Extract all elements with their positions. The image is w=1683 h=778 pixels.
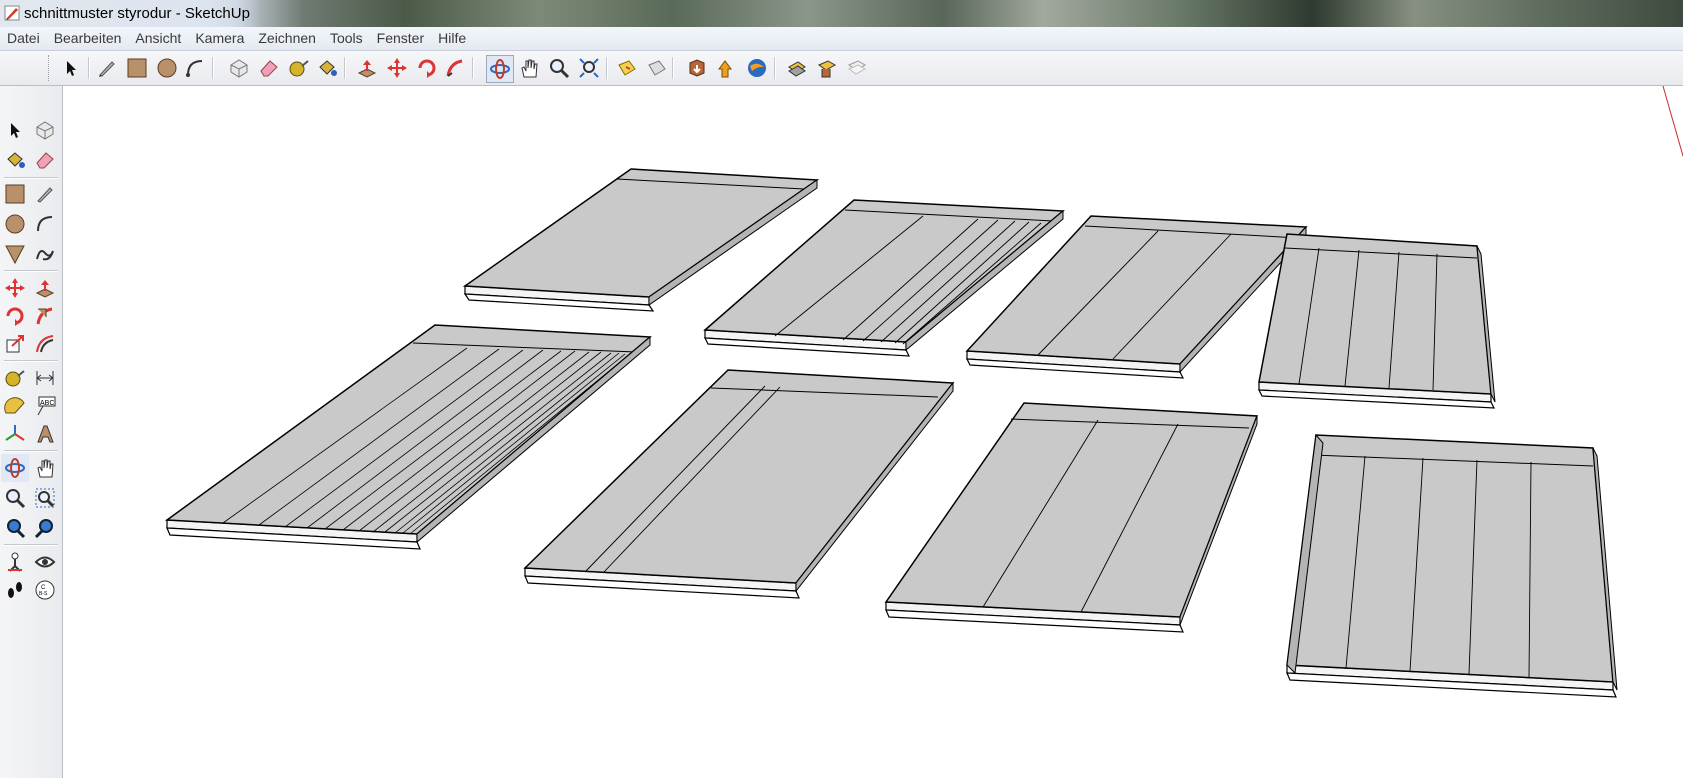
toolbar-separator [472, 57, 474, 79]
orbit-icon[interactable] [1, 454, 29, 482]
main-toolbar [0, 51, 1683, 86]
left-toolbar: ABC C B-S [0, 86, 63, 778]
menu-tools[interactable]: Tools [323, 27, 370, 50]
tape-measure-icon[interactable] [286, 55, 312, 81]
toolbar-separator [4, 177, 58, 179]
eraser-icon[interactable] [256, 55, 282, 81]
select-icon[interactable] [1, 116, 29, 144]
menu-kamera[interactable]: Kamera [188, 27, 251, 50]
scale-icon[interactable] [1, 330, 29, 358]
toolbar-separator [774, 57, 776, 79]
arc-icon[interactable] [182, 55, 208, 81]
menu-zeichnen[interactable]: Zeichnen [251, 27, 323, 50]
look-around-icon[interactable] [31, 548, 59, 576]
eraser-icon[interactable] [31, 146, 59, 174]
title-strip: schnittmuster styrodur - SketchUp [0, 0, 260, 27]
next-view-icon[interactable] [814, 55, 840, 81]
position-camera-icon[interactable] [1, 548, 29, 576]
toolbar-separator [212, 57, 214, 79]
make-component-icon[interactable] [226, 55, 252, 81]
toolbar-separator [4, 544, 58, 546]
pan-icon[interactable] [31, 454, 59, 482]
toolbar-separator [4, 450, 58, 452]
arc-icon[interactable] [31, 210, 59, 238]
menu-fenster[interactable]: Fenster [370, 27, 431, 50]
rectangle-icon[interactable] [124, 55, 150, 81]
panel-5[interactable] [164, 324, 652, 550]
circle-icon[interactable] [154, 55, 180, 81]
toolbar-separator [672, 57, 674, 79]
toolbar-separator [344, 57, 346, 79]
toolbar-separator [606, 57, 608, 79]
panel-6[interactable] [523, 369, 955, 599]
polygon-icon[interactable] [1, 240, 29, 268]
line-icon[interactable] [31, 180, 59, 208]
window-title: schnittmuster styrodur - SketchUp [24, 5, 250, 22]
dimensions-icon[interactable] [31, 364, 59, 392]
paint-bucket-icon[interactable] [314, 55, 340, 81]
title-bar: schnittmuster styrodur - SketchUp [0, 0, 1683, 27]
menu-ansicht[interactable]: Ansicht [128, 27, 188, 50]
tape-measure-icon[interactable] [1, 364, 29, 392]
section-display-icon[interactable] [644, 55, 670, 81]
display-section-cuts-icon[interactable] [844, 55, 870, 81]
circle-icon[interactable] [1, 210, 29, 238]
zoom-extents-icon[interactable] [576, 55, 602, 81]
rotate-icon[interactable] [414, 55, 440, 81]
panel-4[interactable] [1258, 233, 1496, 409]
orbit-icon[interactable] [486, 55, 514, 83]
make-component-icon[interactable] [31, 116, 59, 144]
rectangle-icon[interactable] [1, 180, 29, 208]
panel-8[interactable] [1286, 433, 1618, 698]
toolbar-grip[interactable] [48, 55, 53, 81]
follow-me-icon[interactable] [31, 302, 59, 330]
toolbar-separator [4, 360, 58, 362]
axes-icon[interactable] [1, 420, 29, 448]
google-earth-icon[interactable] [744, 55, 770, 81]
protractor-icon[interactable] [1, 392, 29, 420]
paint-bucket-icon[interactable] [1, 146, 29, 174]
text-icon[interactable]: ABC [31, 392, 59, 420]
previous-icon[interactable] [31, 514, 59, 542]
3d-text-icon[interactable] [31, 420, 59, 448]
pan-icon[interactable] [516, 55, 542, 81]
menu-bar: Datei Bearbeiten Ansicht Kamera Zeichnen… [0, 27, 1683, 51]
previous-view-icon[interactable] [784, 55, 810, 81]
push-pull-icon[interactable] [31, 274, 59, 302]
svg-text:B-S: B-S [39, 591, 48, 597]
zoom-extents-icon[interactable] [1, 514, 29, 542]
menu-datei[interactable]: Datei [0, 27, 47, 50]
toolbar-separator [4, 270, 58, 272]
move-icon[interactable] [384, 55, 410, 81]
zoom-icon[interactable] [546, 55, 572, 81]
panel-7[interactable] [884, 402, 1259, 633]
toolbar-separator [88, 57, 90, 79]
walk-icon[interactable] [1, 576, 29, 604]
section-plane-icon[interactable]: C B-S [31, 576, 59, 604]
move-icon[interactable] [1, 274, 29, 302]
menu-bearbeiten[interactable]: Bearbeiten [47, 27, 129, 50]
zoom-icon[interactable] [1, 484, 29, 512]
pencil-icon[interactable] [94, 55, 120, 81]
sketchup-icon [4, 5, 20, 21]
offset-icon[interactable] [31, 330, 59, 358]
menu-hilfe[interactable]: Hilfe [431, 27, 473, 50]
model-scene[interactable] [63, 86, 1683, 778]
zoom-window-icon[interactable] [31, 484, 59, 512]
select-icon[interactable] [58, 55, 84, 81]
modeling-viewport[interactable] [63, 86, 1683, 778]
section-plane-icon[interactable] [614, 55, 640, 81]
freehand-icon[interactable] [31, 240, 59, 268]
push-pull-icon[interactable] [354, 55, 380, 81]
share-model-icon[interactable] [714, 55, 740, 81]
rotate-icon[interactable] [1, 302, 29, 330]
follow-me-icon[interactable] [442, 55, 468, 81]
get-models-icon[interactable] [684, 55, 710, 81]
svg-text:ABC: ABC [40, 400, 54, 407]
red-axis-line [1662, 86, 1683, 157]
